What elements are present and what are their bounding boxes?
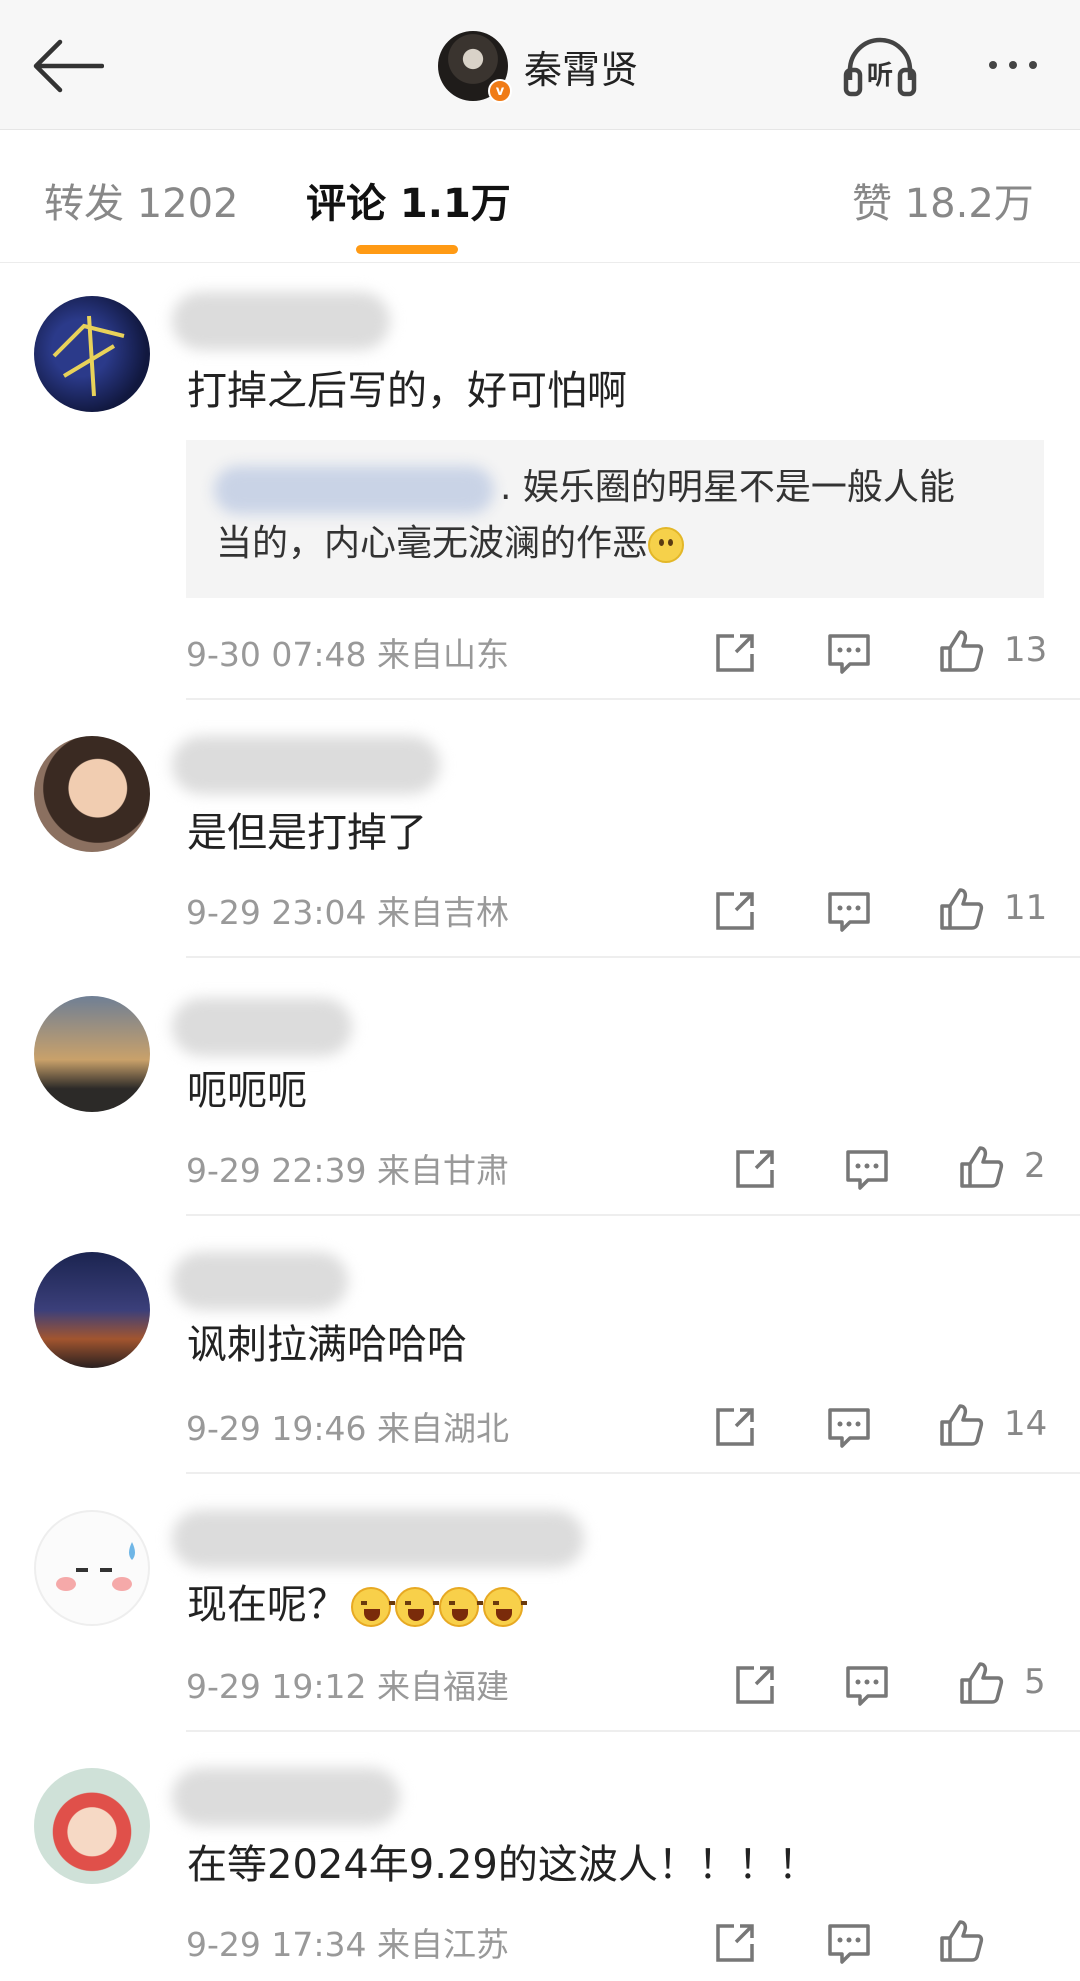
like-icon[interactable] (938, 886, 984, 932)
comment-meta: 9-29 17:34 来自江苏 (186, 1918, 509, 1966)
avatar[interactable] (34, 296, 150, 412)
comment-meta: 9-29 22:39 来自甘肃 (186, 1144, 509, 1192)
comment-location: 来自山东 (377, 635, 509, 674)
comment-text: 讽刺拉满哈哈哈 (187, 1322, 467, 1368)
comment-item: 打掉之后写的，好可怕啊 . 娱乐圈的明星不是一般人能 当的，内心毫无波澜的作恶 … (0, 264, 1080, 700)
comment-location: 来自湖北 (377, 1409, 509, 1448)
headphones-icon: 听 (843, 37, 917, 97)
reply-icon[interactable] (826, 630, 872, 676)
reply-line-1: . 娱乐圈的明星不是一般人能 (500, 467, 955, 508)
smile-emoji-icon (648, 527, 685, 563)
like-icon[interactable] (958, 1660, 1004, 1706)
username-blurred[interactable] (172, 998, 352, 1056)
like-icon[interactable] (958, 1144, 1004, 1190)
comment-time: 9-29 19:46 (186, 1409, 367, 1448)
like-count: 11 (1004, 888, 1048, 928)
comment-time: 9-29 17:34 (186, 1925, 367, 1964)
reply-icon[interactable] (826, 888, 872, 934)
reply-icon[interactable] (844, 1146, 890, 1192)
like-icon[interactable] (938, 1918, 984, 1964)
comment-text: 打掉之后写的，好可怕啊 (187, 368, 627, 414)
laugh-cry-emoji-icon (483, 1587, 527, 1627)
reply-icon[interactable] (826, 1920, 872, 1966)
laugh-cry-emoji-icon (351, 1587, 395, 1627)
like-icon[interactable] (938, 628, 984, 674)
comment-text: 呃呃呃 (187, 1068, 307, 1114)
comment-meta: 9-29 23:04 来自吉林 (186, 886, 509, 934)
reply-icon[interactable] (826, 1404, 872, 1450)
comment-location: 来自吉林 (377, 893, 509, 932)
comment-text: 现在呢？ (187, 1572, 527, 1630)
comment-text: 在等2024年9.29的这波人！！！！ (187, 1842, 818, 1888)
laugh-cry-emoji-icon (439, 1587, 483, 1627)
share-icon[interactable] (712, 630, 758, 676)
comment-time: 9-29 19:12 (186, 1667, 367, 1706)
tab-bar: 转发 1202 评论 1.1万 赞 18.2万 (0, 131, 1080, 263)
like-icon[interactable] (938, 1402, 984, 1448)
more-button[interactable] (968, 40, 1058, 90)
listen-button[interactable]: 听 (838, 26, 922, 106)
avatar[interactable] (34, 1510, 150, 1626)
like-count: 13 (1004, 630, 1048, 670)
comment-time: 9-29 23:04 (186, 893, 367, 932)
avatar[interactable] (34, 996, 150, 1112)
comment-text: 是但是打掉了 (187, 810, 427, 856)
username-blurred[interactable] (172, 1768, 400, 1826)
username-blurred[interactable] (172, 1252, 348, 1310)
tab-comments[interactable]: 评论 1.1万 (306, 171, 511, 229)
active-tab-indicator (356, 245, 458, 254)
comment-meta: 9-30 07:48 来自山东 (186, 628, 509, 676)
like-count: 2 (1024, 1146, 1046, 1186)
username-blurred[interactable] (172, 1510, 584, 1568)
share-icon[interactable] (712, 888, 758, 934)
avatar[interactable]: v (438, 31, 512, 103)
verified-badge: v (488, 79, 512, 103)
comment-meta: 9-29 19:46 来自湖北 (186, 1402, 509, 1450)
username-blurred[interactable] (172, 736, 440, 794)
comment-location: 来自江苏 (377, 1925, 509, 1964)
avatar[interactable] (34, 1252, 150, 1368)
comment-location: 来自甘肃 (377, 1151, 509, 1190)
comment-item: 是但是打掉了 9-29 23:04 来自吉林 11 (0, 700, 1080, 958)
share-icon[interactable] (732, 1662, 778, 1708)
listen-label: 听 (867, 61, 893, 91)
share-icon[interactable] (712, 1920, 758, 1966)
comment-time: 9-29 22:39 (186, 1151, 367, 1190)
comment-item: 呃呃呃 9-29 22:39 来自甘肃 2 (0, 958, 1080, 1216)
comment-text-body: 现在呢？ (187, 1582, 347, 1628)
back-button[interactable] (22, 26, 112, 106)
reply-text: . 娱乐圈的明星不是一般人能 当的，内心毫无波澜的作恶 (216, 460, 1016, 572)
comment-item: 现在呢？ 9-29 19:12 来自福建 5 (0, 1474, 1080, 1732)
reply-icon[interactable] (844, 1662, 890, 1708)
laugh-cry-emoji-icon (395, 1587, 439, 1627)
more-icon (989, 61, 1037, 69)
comment-item: 讽刺拉满哈哈哈 9-29 19:46 来自湖北 14 (0, 1216, 1080, 1474)
comment-location: 来自福建 (377, 1667, 509, 1706)
profile-header[interactable]: v 秦霄贤 (438, 30, 639, 103)
tab-reposts[interactable]: 转发 1202 (44, 171, 239, 229)
reply-line-2: 当的，内心毫无波澜的作恶 (216, 523, 649, 564)
back-arrow-icon (33, 39, 104, 93)
avatar[interactable] (34, 1768, 150, 1884)
username-blurred[interactable] (172, 292, 390, 350)
reply-quote[interactable]: . 娱乐圈的明星不是一般人能 当的，内心毫无波澜的作恶 (186, 440, 1044, 598)
share-icon[interactable] (712, 1404, 758, 1450)
comment-meta: 9-29 19:12 来自福建 (186, 1660, 509, 1708)
page-title: 秦霄贤 (524, 47, 639, 92)
like-count: 14 (1004, 1404, 1048, 1444)
share-icon[interactable] (732, 1146, 778, 1192)
tab-likes[interactable]: 赞 18.2万 (852, 171, 1034, 229)
comment-item: 在等2024年9.29的这波人！！！！ 9-29 17:34 来自江苏 (0, 1732, 1080, 1981)
top-bar: v 秦霄贤 听 (0, 0, 1080, 130)
avatar[interactable] (34, 736, 150, 852)
like-count: 5 (1024, 1662, 1046, 1702)
comment-time: 9-30 07:48 (186, 635, 367, 674)
